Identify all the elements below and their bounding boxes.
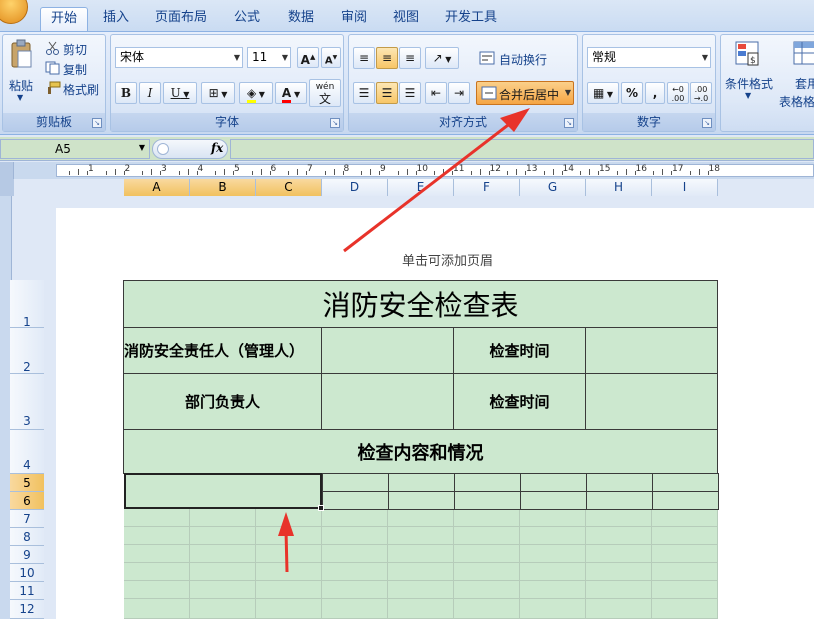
arrow-head-selection [278,512,294,536]
arrow-to-selection [284,529,289,573]
annotation-arrows [278,108,530,573]
arrow-to-merge-button [343,120,513,253]
